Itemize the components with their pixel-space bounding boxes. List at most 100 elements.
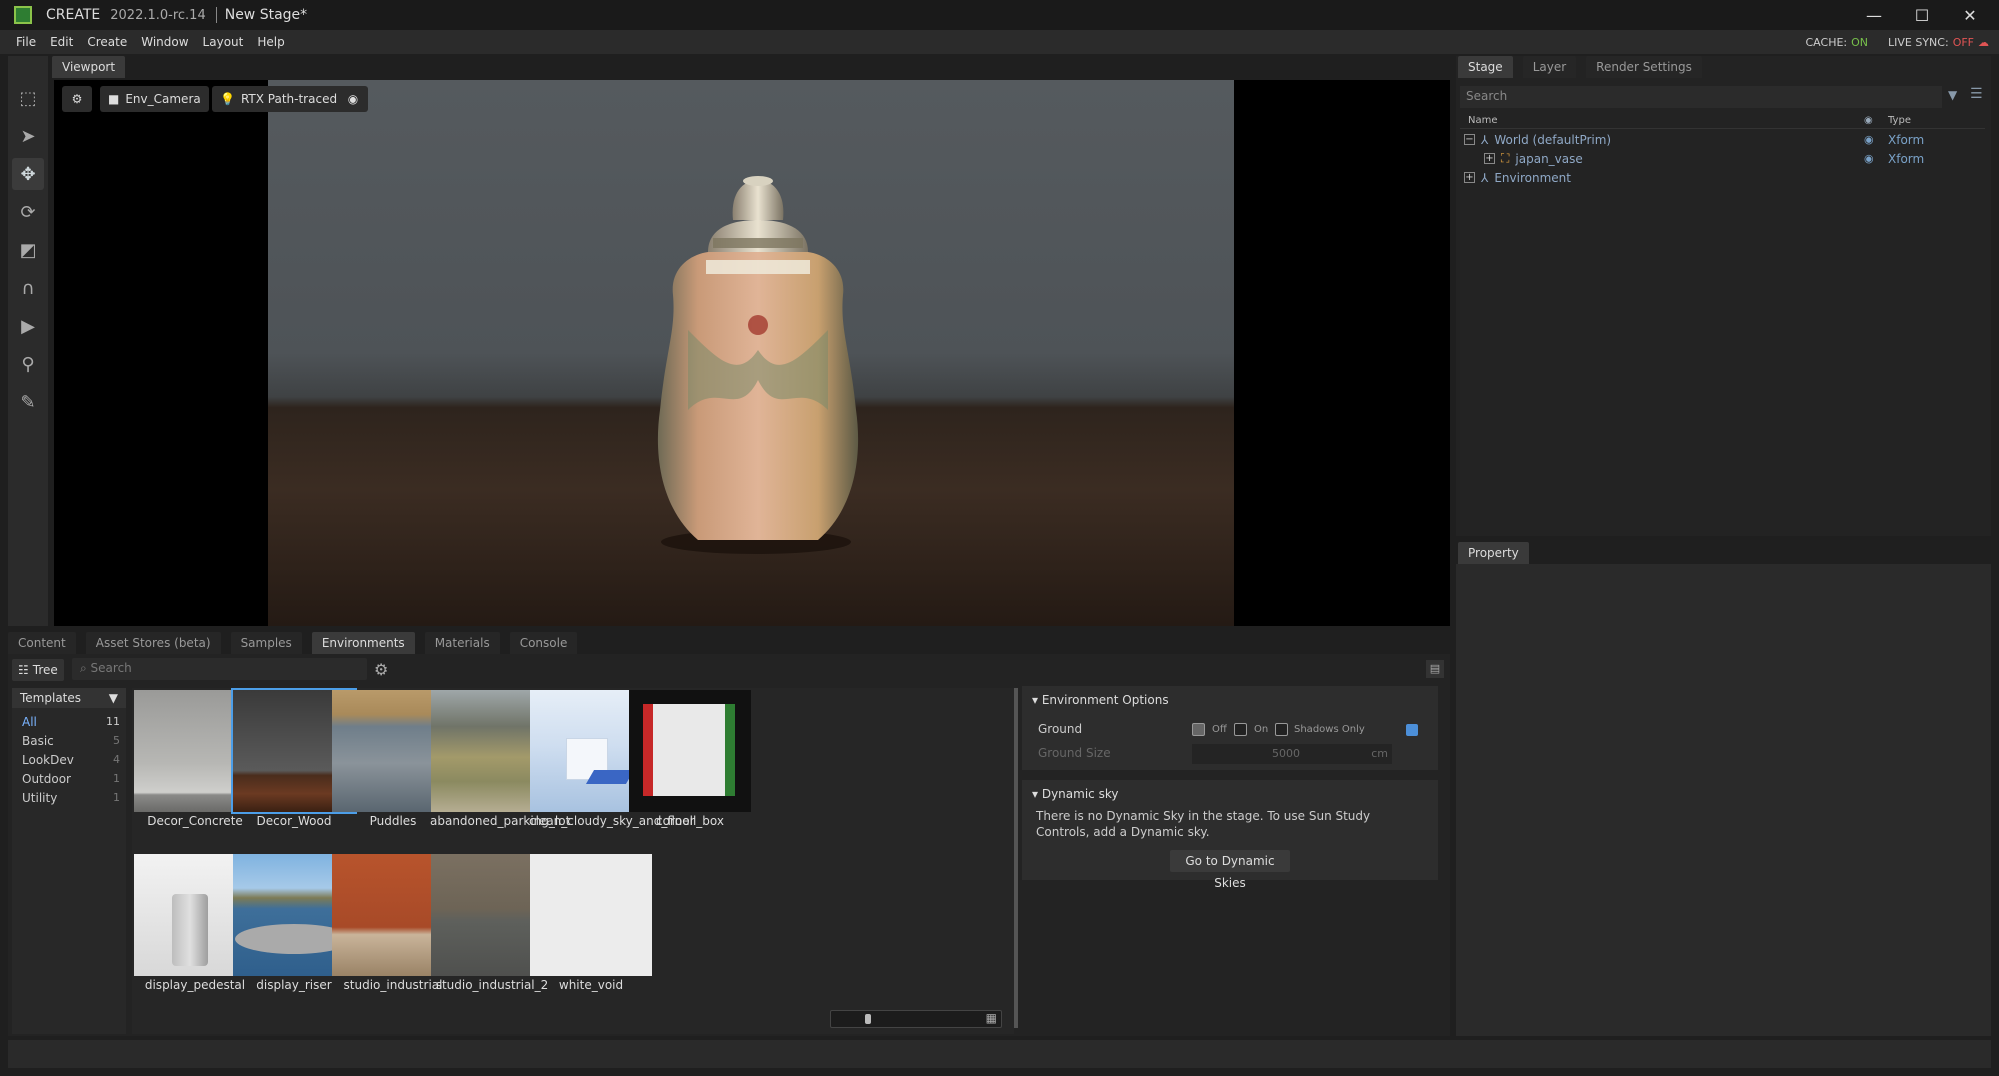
dropdown-icon: ▼ (108, 691, 118, 705)
tab-stage[interactable]: Stage (1458, 56, 1513, 78)
template-item-utility[interactable]: Utility 1 (12, 788, 126, 807)
template-label: Outdoor (22, 771, 71, 786)
stage-search-input[interactable]: Search (1460, 86, 1942, 108)
environments-search-input[interactable]: ⌕ Search (72, 658, 367, 680)
column-name[interactable]: Name (1468, 115, 1498, 126)
expand-icon[interactable]: + (1464, 172, 1475, 183)
collapse-icon[interactable]: − (1464, 134, 1475, 145)
viewport-settings-button[interactable]: ⚙ (62, 86, 92, 112)
physics-icon[interactable]: ⚲ (12, 348, 44, 380)
options-icon[interactable]: ☰ (1970, 86, 1983, 102)
menu-layout[interactable]: Layout (196, 35, 251, 49)
tab-samples[interactable]: Samples (230, 632, 302, 654)
select-arrow-icon[interactable]: ➤ (12, 120, 44, 152)
select-mode-icon[interactable]: ⬚ (12, 82, 44, 114)
templates-list: Templates ▼ All 11 Basic 5 LookDev 4 Outdoo… (12, 688, 126, 1034)
menu-help[interactable]: Help (250, 35, 291, 49)
tab-asset-stores[interactable]: Asset Stores (beta) (85, 632, 221, 654)
move-icon[interactable]: ✥ (12, 158, 44, 190)
eye-icon[interactable]: ◉ (1864, 133, 1874, 146)
minimize-button[interactable]: — (1851, 0, 1897, 30)
live-sync-value[interactable]: OFF (1953, 36, 1974, 49)
status-indicators: CACHE: ON LIVE SYNC: OFF ☁ (1806, 30, 1990, 54)
ground-color-swatch[interactable] (1406, 724, 1418, 736)
tree-row-environment[interactable]: + ⅄ Environment (1460, 168, 1985, 187)
template-item-lookdev[interactable]: LookDev 4 (12, 750, 126, 769)
scale-icon[interactable]: ◩ (12, 234, 44, 266)
template-item-all[interactable]: All 11 (12, 712, 126, 731)
tab-viewport[interactable]: Viewport (52, 56, 126, 78)
rotate-icon[interactable]: ⟳ (12, 196, 44, 228)
tab-render-settings[interactable]: Render Settings (1586, 56, 1702, 78)
dynamic-sky-header[interactable]: ▾ Dynamic sky (1022, 780, 1438, 808)
slider-handle[interactable] (865, 1014, 871, 1024)
xform-icon: ⅄ (1481, 132, 1489, 147)
gear-icon: ⚙ (71, 92, 83, 106)
maximize-button[interactable]: ☐ (1899, 0, 1945, 30)
camera-label: Env_Camera (125, 92, 201, 106)
grid-scrollbar[interactable] (1014, 688, 1018, 1028)
viewport-render[interactable] (268, 80, 1234, 626)
dynamic-sky-section: ▾ Dynamic sky There is no Dynamic Sky in… (1022, 780, 1438, 890)
close-button[interactable]: ✕ (1947, 0, 1993, 30)
tree-toggle-button[interactable]: ☷ Tree (12, 659, 64, 681)
visibility-button[interactable]: ◉ (338, 86, 368, 112)
tab-console[interactable]: Console (509, 632, 578, 654)
tree-label: Tree (32, 663, 58, 677)
template-item-basic[interactable]: Basic 5 (12, 731, 126, 750)
menu-edit[interactable]: Edit (43, 35, 80, 49)
menu-file[interactable]: File (0, 35, 43, 49)
asset-thumb-white-void[interactable] (530, 854, 652, 976)
camera-button[interactable]: ■ Env_Camera (100, 86, 209, 112)
template-count: 5 (113, 734, 120, 747)
column-type[interactable]: Type (1888, 115, 1911, 126)
title-separator (215, 7, 217, 23)
ground-size-field[interactable]: 5000 cm (1192, 744, 1392, 764)
collapse-arrow-icon: ▾ (1032, 787, 1042, 801)
paint-icon[interactable]: ✎ (12, 386, 44, 418)
prim-type: Xform (1888, 151, 1925, 166)
pedestal-shape (172, 894, 208, 966)
expand-icon[interactable]: + (1484, 153, 1495, 164)
tree-row-world[interactable]: − ⅄ World (defaultPrim) ◉ Xform (1460, 130, 1985, 149)
go-to-dynamic-skies-button[interactable]: Go to Dynamic Skies (1170, 850, 1290, 890)
templates-label: Templates (20, 691, 82, 705)
template-item-outdoor[interactable]: Outdoor 1 (12, 769, 126, 788)
tab-content[interactable]: Content (8, 632, 76, 654)
ground-on-label: On (1254, 724, 1269, 735)
tab-materials[interactable]: Materials (424, 632, 500, 654)
settings-gear-icon[interactable]: ⚙ (374, 660, 388, 679)
eye-icon[interactable]: ◉ (1864, 152, 1874, 165)
tab-environments[interactable]: Environments (311, 632, 415, 654)
snap-icon[interactable]: ∩ (12, 272, 44, 304)
shadows-only-checkbox[interactable] (1275, 723, 1288, 736)
template-label: Basic (22, 733, 54, 748)
tree-row-japan-vase[interactable]: + ⛶ japan_vase ◉ Xform (1460, 149, 1985, 168)
property-panel (1456, 564, 1991, 1036)
search-placeholder: Search (90, 661, 132, 675)
asset-thumb-cornell-box[interactable] (629, 690, 751, 812)
shadows-only-label: Shadows Only (1294, 724, 1365, 735)
ground-on-checkbox[interactable] (1234, 723, 1247, 736)
filter-icon[interactable]: ▼ (1948, 88, 1957, 102)
ground-size-label: Ground Size (1038, 746, 1111, 760)
viewport-tabbar: Viewport (50, 56, 1450, 78)
ground-off-checkbox[interactable] (1192, 723, 1205, 736)
tab-layer[interactable]: Layer (1522, 56, 1577, 78)
templates-header[interactable]: Templates ▼ (12, 688, 126, 708)
app-name: CREATE (46, 7, 101, 23)
environment-options-header[interactable]: ▾ Environment Options (1022, 686, 1438, 714)
template-count: 1 (113, 772, 120, 785)
grid-view-icon[interactable]: ▦ (986, 1011, 997, 1025)
play-icon[interactable]: ▶ (12, 310, 44, 342)
column-visibility-icon[interactable]: ◉ (1864, 115, 1873, 126)
app-version: 2022.1.0-rc.14 (110, 7, 206, 23)
menu-window[interactable]: Window (134, 35, 195, 49)
viewport-toolbar: ⬚ ➤ ✥ ⟳ ◩ ∩ ▶ ⚲ ✎ (8, 56, 48, 626)
thumbnail-size-slider[interactable]: ▦ (830, 1010, 1002, 1028)
menu-create[interactable]: Create (80, 35, 134, 49)
tab-property[interactable]: Property (1458, 542, 1529, 564)
details-toggle-icon[interactable]: ▤ (1426, 660, 1444, 678)
cache-value[interactable]: ON (1851, 36, 1868, 49)
renderer-button[interactable]: 💡 RTX Path-traced (212, 86, 346, 112)
